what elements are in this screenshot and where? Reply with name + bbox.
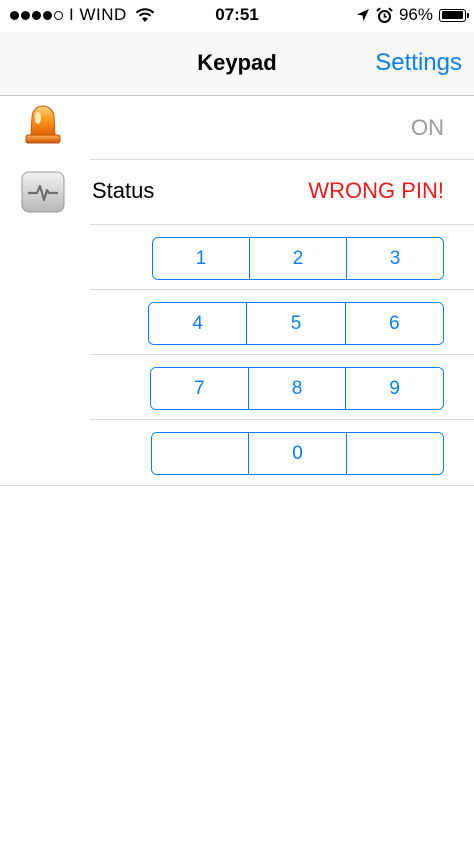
siren-icon	[20, 103, 66, 149]
row-divider	[90, 289, 474, 290]
battery-percentage: 96%	[398, 5, 433, 24]
keypad-key-5[interactable]: 5	[247, 303, 346, 344]
keypad-row: 1 2 3	[152, 237, 444, 280]
navigation-bar: Keypad Settings	[0, 32, 474, 96]
status-label: Status	[92, 178, 155, 203]
keypad-key-3[interactable]: 3	[347, 238, 443, 279]
settings-button[interactable]: Settings	[375, 49, 462, 77]
keypad-key-blank-left[interactable]	[152, 433, 250, 474]
keypad-key-0[interactable]: 0	[249, 433, 347, 474]
location-arrow-icon	[356, 9, 369, 21]
battery-icon	[439, 8, 469, 22]
row-divider	[90, 419, 474, 420]
status-value: WRONG PIN!	[308, 178, 444, 203]
row-divider	[90, 354, 474, 355]
keypad-key-7[interactable]: 7	[151, 368, 249, 409]
status-row: Status WRONG PIN!	[0, 160, 474, 224]
battery-fill	[441, 11, 463, 19]
keypad-row: 4 5 6	[148, 302, 444, 345]
keypad-row: 0	[151, 432, 444, 475]
alarm-icon	[376, 6, 393, 23]
pulse-monitor-icon	[20, 169, 66, 215]
keypad-key-2[interactable]: 2	[250, 238, 347, 279]
alarm-row[interactable]: ON	[0, 97, 474, 160]
alarm-state: ON	[411, 115, 444, 140]
status-bar-right: 96%	[356, 5, 469, 25]
keypad-key-6[interactable]: 6	[345, 303, 443, 344]
keypad-key-4[interactable]: 4	[149, 303, 248, 344]
keypad-key-9[interactable]: 9	[346, 368, 443, 409]
keypad-row: 7 8 9	[150, 367, 444, 410]
table-bottom-divider	[0, 485, 474, 486]
keypad-key-8[interactable]: 8	[248, 368, 347, 409]
keypad-key-1[interactable]: 1	[153, 238, 250, 279]
keypad-key-blank-right[interactable]	[346, 433, 443, 474]
row-divider	[90, 224, 474, 225]
status-bar: I WIND 07:51 96%	[0, 0, 474, 32]
